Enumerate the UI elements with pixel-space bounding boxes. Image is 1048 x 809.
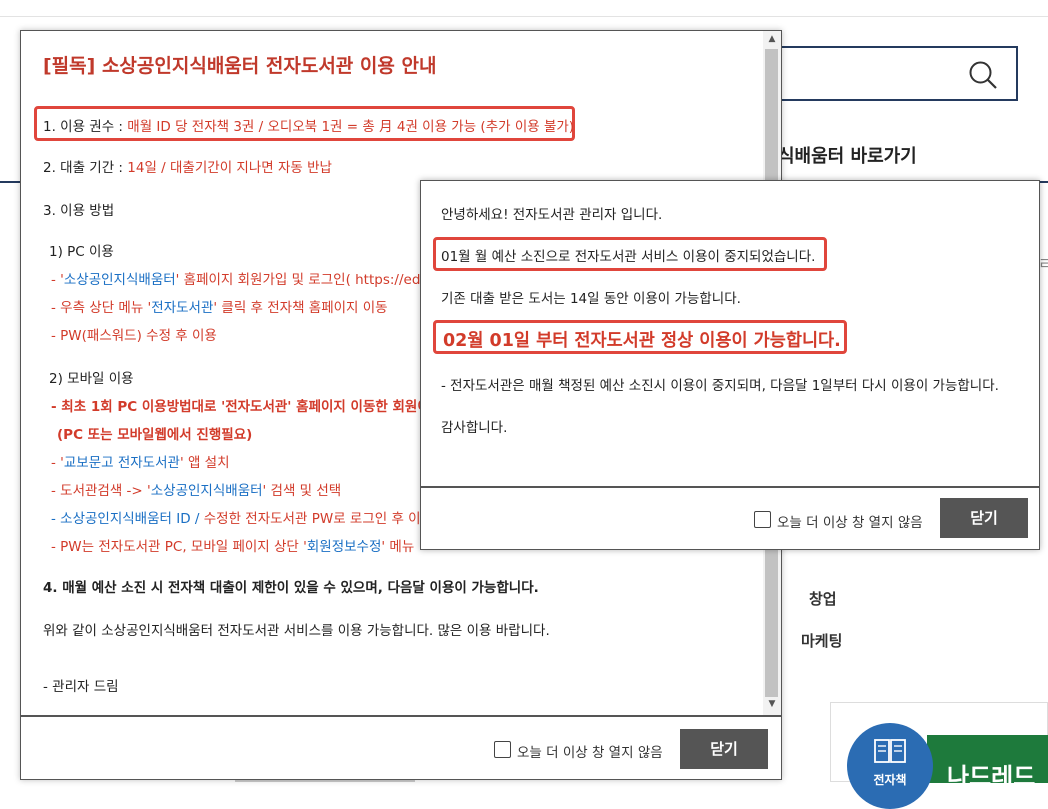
mobile-step-2: - '교보문고 전자도서관' 앱 설치 [51,455,230,471]
dont-show-today-label[interactable]: 오늘 더 이상 창 열지 않음 [777,511,923,531]
ebook-badge: 전자책 [847,723,933,809]
mobile-usage-heading: 2) 모바일 이용 [49,371,134,387]
book-cover-image: 나드레드 [927,735,1048,791]
suspension-greeting: 안녕하세요! 전자도서관 관리자 입니다. [441,207,663,223]
dont-show-today-checkbox[interactable] [754,511,771,528]
site-search-box[interactable] [770,46,1018,101]
menu-item-marketing[interactable]: 마케팅 [801,630,842,651]
guide-item-loan-period: 2. 대출 기간 : 14일 / 대출기간이 지나면 자동 반납 [43,160,332,176]
header-top-divider [0,16,1048,17]
suspension-content: 안녕하세요! 전자도서관 관리자 입니다. 01월 월 예산 소진으로 전자도서… [421,181,1039,486]
resume-date-notice: 02월 01일 부터 전자도서관 정상 이용이 가능합니다. [443,331,841,351]
close-button[interactable]: 닫기 [680,729,768,769]
ebook-banner[interactable]: 나드레드 전자책 [830,702,1048,809]
suspension-thanks: 감사합니다. [441,420,508,436]
close-button[interactable]: 닫기 [940,498,1028,538]
scroll-up-arrow-icon[interactable]: ▲ [763,34,781,44]
mobile-step-5: - PW는 전자도서관 PC, 모바일 페이지 상단 '회원정보수정' 메뉴 [51,539,415,555]
ebook-badge-label: 전자책 [873,773,907,787]
suspension-detail: - 전자도서관은 매월 책정된 예산 소진시 이용이 중지되며, 다음달 1일부… [441,378,999,394]
book-cover-title: 나드레드 [947,763,1036,791]
mobile-step-3: - 도서관검색 -> '소상공인지식배움터' 검색 및 선택 [51,483,342,499]
dont-show-today-checkbox[interactable] [494,741,511,758]
search-icon[interactable] [968,60,998,90]
open-book-icon [874,739,906,763]
pc-step-2: - 우측 상단 메뉴 '전자도서관' 클릭 후 전자책 홈페이지 이동 [51,300,388,316]
guide-title: [필독] 소상공인지식배움터 전자도서관 이용 안내 [43,55,437,77]
guide-item-loan-count: 1. 이용 권수 : 매월 ID 당 전자책 3권 / 오디오북 1권 = 총 … [43,119,575,135]
menu-item-startup[interactable]: 창업 [809,588,837,609]
mobile-step-1-note: (PC 또는 모바일웹에서 진행필요) [57,427,253,443]
guide-closing-text: 위와 같이 소상공인지식배움터 전자도서관 서비스를 이용 가능합니다. 많은 … [43,623,550,639]
shortcut-link[interactable]: 식배움터 바로가기 [778,142,917,168]
guide-item-usage-heading: 3. 이용 방법 [43,203,115,219]
guide-footer: 오늘 더 이상 창 열지 않음 닫기 [21,715,781,779]
guide-signature: - 관리자 드림 [43,679,119,695]
mobile-step-1: - 최초 1회 PC 이용방법대로 '전자도서관' 홈페이지 이동한 회원이 [51,399,430,415]
mobile-step-4: - 소상공인지식배움터 ID / 수정한 전자도서관 PW로 로그인 후 이 [51,511,421,527]
pc-step-3: - PW(패스워드) 수정 후 이용 [51,328,217,344]
scroll-down-arrow-icon[interactable]: ▼ [763,699,781,709]
guide-item-budget: 4. 매월 예산 소진 시 전자책 대출이 제한이 있을 수 있으며, 다음달 … [43,580,539,596]
dont-show-today-label[interactable]: 오늘 더 이상 창 열지 않음 [517,741,663,761]
notice-popup-suspension: 안녕하세요! 전자도서관 관리자 입니다. 01월 월 예산 소진으로 전자도서… [420,180,1040,550]
pc-usage-heading: 1) PC 이용 [49,244,114,260]
suspension-info: 기존 대출 받은 도서는 14일 동안 이용이 가능합니다. [441,291,741,307]
suspension-notice: 01월 월 예산 소진으로 전자도서관 서비스 이용이 중지되었습니다. [441,249,816,265]
pc-step-1: - '소상공인지식배움터' 홈페이지 회원가입 및 로그인( https://e… [51,272,421,288]
suspension-footer: 오늘 더 이상 창 열지 않음 닫기 [421,486,1039,549]
